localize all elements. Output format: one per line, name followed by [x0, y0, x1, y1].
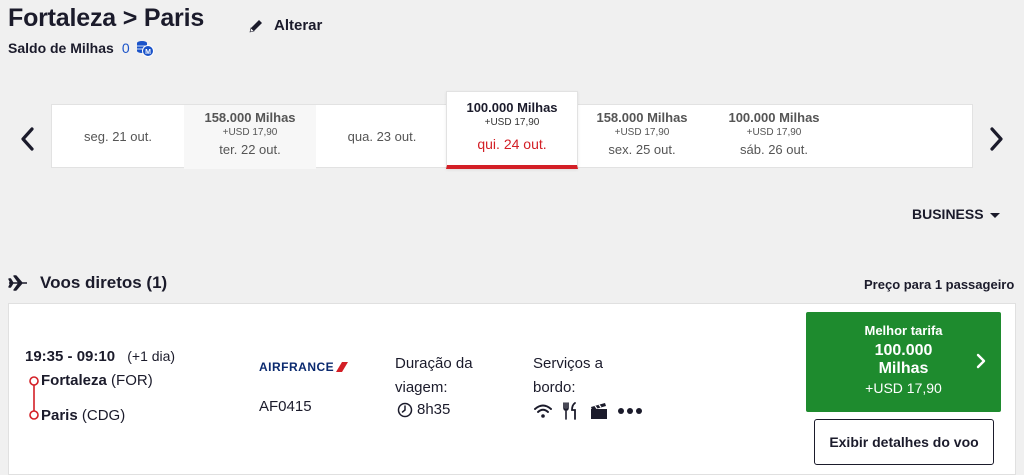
flight-card: 19:35 - 09:10 (+1 dia) Fortaleza (FOR) P… — [8, 303, 1016, 475]
miles-balance: Saldo de Milhas 0 M — [8, 39, 154, 57]
direct-flights-heading: Voos diretos (1) — [8, 273, 167, 293]
duration-text: 8h35 — [417, 401, 451, 418]
best-fare-usd: +USD 17,90 — [865, 380, 942, 396]
destination-code: (CDG) — [81, 407, 126, 424]
date-miles: 158.000 Milhas — [596, 110, 688, 125]
date-usd: +USD 17,90 — [614, 127, 670, 138]
day-offset: (+1 dia) — [127, 348, 176, 364]
date-carousel: seg. 21 out. 158.000 Milhas +USD 17,90 t… — [51, 91, 973, 169]
date-label: qua. 23 out. — [347, 129, 417, 144]
flight-times: 19:35 - 09:10 (+1 dia) — [25, 348, 175, 365]
wifi-icon — [534, 404, 552, 418]
date-miles: 100.000 Milhas — [466, 100, 558, 115]
flight-number: AF0415 — [259, 398, 312, 415]
onboard-services-label: Serviços a bordo: — [533, 355, 604, 396]
airline-stripe-icon — [336, 362, 349, 372]
price-per-passenger-note: Preço para 1 passageiro — [864, 277, 1015, 292]
edit-search-label: Alterar — [274, 17, 323, 34]
date-miles: 100.000 Milhas — [728, 110, 820, 125]
airplane-icon — [8, 275, 27, 291]
date-usd: +USD 17,90 — [746, 127, 802, 138]
duration-value: 8h35 — [397, 401, 450, 418]
best-fare-button[interactable]: Melhor tarifa 100.000 Milhas +USD 17,90 — [806, 312, 1001, 412]
date-usd: +USD 17,90 — [484, 117, 540, 128]
origin-airport: Fortaleza (FOR) — [41, 372, 153, 389]
date-option-1[interactable]: 158.000 Milhas +USD 17,90 ter. 22 out. — [184, 105, 316, 169]
route-separator: > — [122, 4, 138, 32]
miles-balance-label: Saldo de Milhas — [8, 40, 114, 56]
miles-coins-icon: M — [136, 41, 154, 57]
svg-text:M: M — [145, 49, 151, 56]
date-option-selected[interactable]: 100.000 Milhas +USD 17,90 qui. 24 out. — [446, 91, 578, 169]
route-timeline-icon — [29, 376, 39, 420]
meal-icon — [563, 402, 576, 420]
miles-balance-value: 0 — [121, 40, 130, 56]
destination-airport: Paris (CDG) — [41, 407, 125, 424]
date-label: seg. 21 out. — [84, 129, 152, 144]
entertainment-icon — [591, 403, 607, 419]
chevron-right-icon — [976, 353, 986, 369]
cabin-class-dropdown[interactable]: BUSINESS — [912, 206, 1000, 222]
date-option-5[interactable]: 100.000 Milhas +USD 17,90 sáb. 26 out. — [708, 105, 840, 169]
origin-city: Fortaleza — [41, 372, 107, 389]
edit-search-button[interactable]: Alterar — [248, 17, 322, 34]
date-label: qui. 24 out. — [477, 136, 547, 152]
next-dates-arrow[interactable] — [986, 125, 1006, 153]
best-fare-label: Melhor tarifa — [864, 323, 943, 338]
date-usd: +USD 17,90 — [222, 127, 278, 138]
best-fare-miles: 100.000 — [874, 342, 933, 359]
date-label: sex. 25 out. — [608, 142, 676, 157]
airline-name: AIRFRANCE — [259, 360, 335, 374]
more-icon — [618, 408, 642, 414]
clock-icon — [397, 402, 413, 417]
route-title: Fortaleza > Paris — [8, 4, 204, 33]
previous-dates-arrow[interactable] — [18, 125, 38, 153]
date-option-0[interactable]: seg. 21 out. — [52, 105, 184, 169]
cabin-class-label: BUSINESS — [912, 206, 984, 222]
duration-label: Duração da viagem: — [395, 355, 473, 396]
date-label: sáb. 26 out. — [740, 142, 808, 157]
airline-logo: AIRFRANCE — [259, 360, 349, 374]
origin-city-title: Fortaleza — [8, 4, 116, 32]
date-miles: 158.000 Milhas — [204, 110, 296, 125]
destination-city: Paris — [41, 407, 78, 424]
departure-arrival-time: 19:35 - 09:10 — [25, 348, 116, 365]
date-option-2[interactable]: qua. 23 out. — [316, 105, 448, 169]
caret-down-icon — [989, 212, 1000, 218]
origin-code: (FOR) — [111, 372, 153, 389]
destination-city-title: Paris — [143, 4, 205, 32]
date-label: ter. 22 out. — [219, 142, 281, 157]
date-option-4[interactable]: 158.000 Milhas +USD 17,90 sex. 25 out. — [576, 105, 708, 169]
flight-details-button[interactable]: Exibir detalhes do voo — [814, 419, 994, 465]
direct-flights-title: Voos diretos (1) — [40, 273, 168, 292]
onboard-services-icons — [533, 401, 643, 421]
best-fare-miles-unit: Milhas — [878, 360, 929, 377]
pencil-icon — [249, 19, 262, 32]
